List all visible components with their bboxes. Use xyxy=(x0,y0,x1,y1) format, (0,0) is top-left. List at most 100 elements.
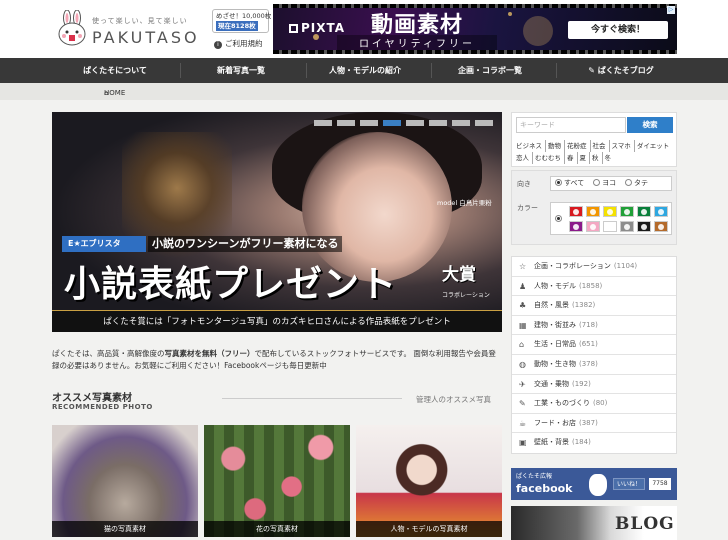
color-swatch[interactable] xyxy=(569,206,583,217)
facebook-banner[interactable]: ぱくたそ広報 facebook いいね！ 7758 xyxy=(511,468,677,500)
search-input[interactable]: キーワード xyxy=(516,117,626,133)
terms-link[interactable]: i ご利用規約 xyxy=(214,38,263,49)
color-swatch[interactable] xyxy=(620,221,634,232)
adchoices-icon[interactable]: ▷ xyxy=(667,6,675,14)
category-item[interactable]: ▦ 建物・街並み (718) xyxy=(512,316,676,336)
category-item[interactable]: ✎ 工業・ものづくり (80) xyxy=(512,394,676,414)
site-logo[interactable]: 使って楽しい、見て楽しい PAKUTASO xyxy=(56,8,210,50)
thumb-caption: 猫の写真素材 xyxy=(52,521,198,537)
category-item[interactable]: ✈ 交通・乗物 (192) xyxy=(512,375,676,395)
category-item[interactable]: ♣ 自然・風景 (1382) xyxy=(512,296,676,316)
thumb-flower-photos[interactable]: 花の写真素材 xyxy=(204,425,350,537)
orientation-landscape-label: ヨコ xyxy=(602,179,617,187)
category-item[interactable]: ☕ フード・お店 (387) xyxy=(512,414,676,434)
color-swatch[interactable] xyxy=(586,221,600,232)
tag-link[interactable]: 動物 xyxy=(545,140,563,152)
swatch-check-icon xyxy=(607,209,613,215)
category-item[interactable]: ◍ 動物・生き物 (378) xyxy=(512,355,676,375)
radio-icon xyxy=(625,179,633,186)
nav-collab[interactable]: 企画・コラボ一覧 xyxy=(438,58,542,83)
orientation-landscape[interactable]: ヨコ xyxy=(593,179,616,187)
tag-link[interactable]: ダイエット xyxy=(633,140,671,152)
category-label: 人物・モデル xyxy=(534,281,576,290)
tag-link[interactable]: 社会 xyxy=(589,140,608,152)
hero-award: 大賞 xyxy=(442,265,476,285)
thumb-caption: 人物・モデルの写真素材 xyxy=(356,521,502,537)
category-icon: ✈ xyxy=(519,379,526,389)
nav-models[interactable]: 人物・モデルの紹介 xyxy=(313,58,417,83)
color-swatch[interactable] xyxy=(603,206,617,217)
nav-about[interactable]: ぱくたそについて xyxy=(64,58,166,83)
slider-dot-active[interactable] xyxy=(383,120,401,126)
ad-banner[interactable]: PIXTA 動画素材 ロイヤリティフリー 今すぐ検索！ ▷ xyxy=(273,4,677,54)
orientation-options: すべて ヨコ タテ xyxy=(550,176,672,191)
category-item[interactable]: ▣ 壁紙・背景 (184) xyxy=(512,433,676,453)
category-icon: ☆ xyxy=(519,262,527,271)
terms-link-label: ご利用規約 xyxy=(225,39,263,48)
tag-link[interactable]: むむむち xyxy=(532,152,563,164)
slider-dot[interactable] xyxy=(360,120,378,126)
film-strip-bottom xyxy=(273,50,677,54)
swatch-check-icon xyxy=(624,209,630,215)
color-swatch[interactable] xyxy=(586,206,600,217)
site-intro: ぱくたそは、高品質・高解像度の写真素材を無料（フリー）で配布しているストックフォ… xyxy=(52,348,502,372)
swatch-check-icon xyxy=(624,224,630,230)
ad-cta-button[interactable]: 今すぐ検索！ xyxy=(568,21,668,39)
tag-link[interactable]: ビジネス xyxy=(516,140,544,152)
slider-dot[interactable] xyxy=(429,120,447,126)
ad-sparkle xyxy=(523,16,553,46)
tag-link[interactable]: 春 xyxy=(564,152,576,164)
category-item[interactable]: ⌂ 生活・日常品 (651) xyxy=(512,335,676,355)
radio-selected-icon[interactable] xyxy=(555,215,562,222)
thumb-model-photos[interactable]: 人物・モデルの写真素材 xyxy=(356,425,502,537)
rabbit-logo-icon xyxy=(58,10,86,46)
slider-dot[interactable] xyxy=(406,120,424,126)
category-item[interactable]: ☆ 企画・コラボレーション (1104) xyxy=(512,257,676,277)
color-swatch[interactable] xyxy=(569,221,583,232)
category-label: 壁紙・背景 xyxy=(534,438,569,447)
color-swatch[interactable] xyxy=(654,206,668,217)
color-swatch[interactable] xyxy=(603,221,617,232)
thumb-cat-photos[interactable]: 猫の写真素材 xyxy=(52,425,198,537)
tag-link[interactable]: 夏 xyxy=(576,152,589,164)
facebook-like-button[interactable]: いいね！ xyxy=(613,478,645,490)
hero-slider[interactable]: model 白鳥片栗粉 E★エブリスタ 小説のワンシーンがフリー素材になる 小説… xyxy=(52,112,502,332)
slider-dot[interactable] xyxy=(475,120,493,126)
hero-brand-tag: E★エブリスタ xyxy=(62,236,146,252)
color-swatch[interactable] xyxy=(654,221,668,232)
tag-link[interactable]: 恋人 xyxy=(516,152,531,164)
category-count: (718) xyxy=(579,320,598,329)
blog-banner[interactable]: BLOG xyxy=(511,506,677,540)
slider-dot[interactable] xyxy=(337,120,355,126)
recommended-title: オススメ写真素材 xyxy=(52,393,132,404)
swatch-check-icon xyxy=(590,224,596,230)
slider-dot[interactable] xyxy=(314,120,332,126)
intro-text-bold: 写真素材を無料（フリー） xyxy=(164,349,255,358)
slider-dot[interactable] xyxy=(452,120,470,126)
orientation-portrait[interactable]: タテ xyxy=(625,179,648,187)
tag-link[interactable]: 冬 xyxy=(601,152,614,164)
tag-link[interactable]: 秋 xyxy=(589,152,601,164)
tag-link[interactable]: 花粉症 xyxy=(564,140,589,152)
search-button[interactable]: 検索 xyxy=(627,117,673,133)
orientation-portrait-label: タテ xyxy=(634,179,649,187)
color-swatch[interactable] xyxy=(637,206,651,217)
category-item[interactable]: ♟ 人物・モデル (1858) xyxy=(512,277,676,297)
site-header: 使って楽しい、見て楽しい PAKUTASO めざせ！10,000枚 現在8128… xyxy=(0,0,728,58)
category-icon: ⌂ xyxy=(519,340,525,350)
orientation-all[interactable]: すべて xyxy=(555,179,584,187)
color-options xyxy=(550,202,672,235)
nav-blog[interactable]: ✎ ぱくたそブログ xyxy=(568,58,674,83)
admin-recommend-link[interactable]: 管理人のオススメ写真 xyxy=(416,394,491,405)
nav-new-photos[interactable]: 新着写真一覧 xyxy=(189,58,293,83)
photo-counter: めざせ！10,000枚 現在8128枚 xyxy=(212,9,271,33)
nav-divider xyxy=(556,63,557,78)
category-icon: ▦ xyxy=(519,320,527,330)
category-icon: ✎ xyxy=(519,399,526,409)
tag-link[interactable]: スマホ xyxy=(608,140,633,152)
color-swatch[interactable] xyxy=(637,221,651,232)
color-swatch[interactable] xyxy=(620,206,634,217)
logo-brand: PAKUTASO xyxy=(92,28,200,47)
section-divider xyxy=(222,398,402,399)
main-nav: ぱくたそについて 新着写真一覧 人物・モデルの紹介 企画・コラボ一覧 ✎ ぱくた… xyxy=(0,58,728,83)
